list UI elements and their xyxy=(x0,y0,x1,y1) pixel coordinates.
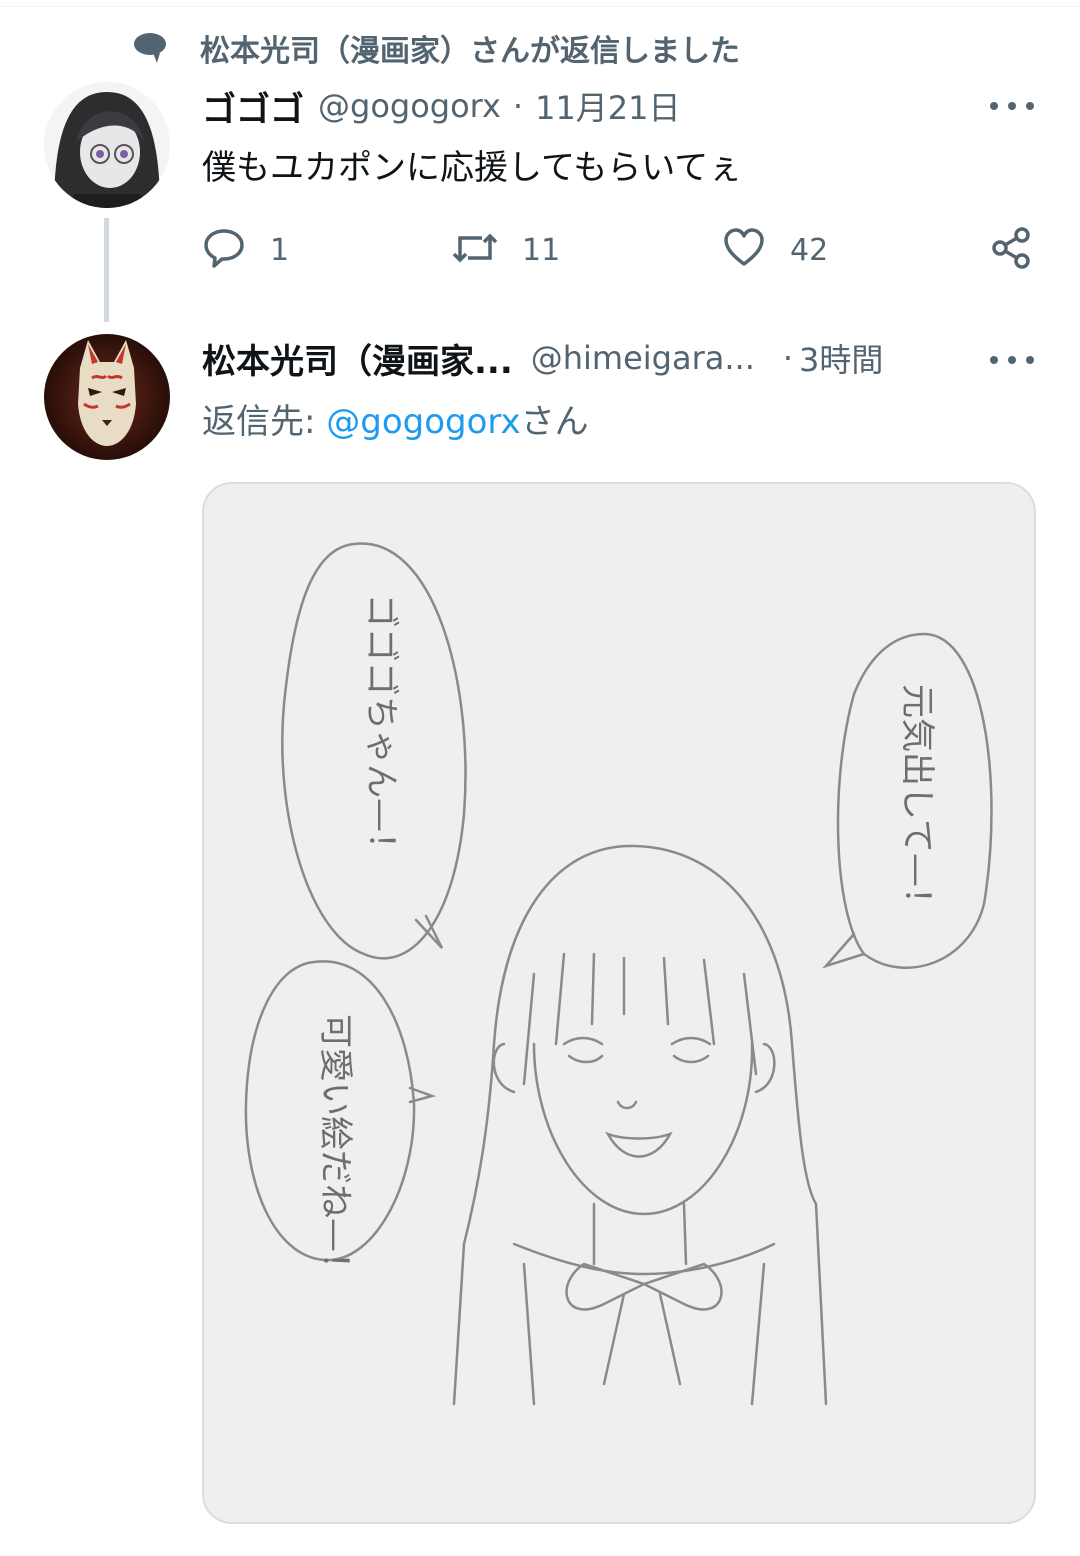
display-name[interactable]: ゴゴゴ xyxy=(202,82,304,131)
display-name[interactable]: 松本光司（漫画家... xyxy=(202,334,513,383)
reply-to: 返信先: @gogogorxさん xyxy=(202,394,589,443)
tweet-header: ゴゴゴ @gogogorx · 11月21日 xyxy=(202,82,681,130)
reply-handle-link[interactable]: @gogogorx xyxy=(326,402,520,442)
retweet-count: 11 xyxy=(522,232,561,268)
tweet-media-image[interactable]: ゴゴゴちゃん—！ 元気出して—！ 可愛い絵だね—！ xyxy=(202,482,1036,1524)
tweet-header: 松本光司（漫画家... @himeigara... · 3時間 xyxy=(202,334,883,382)
like-button[interactable]: 42 xyxy=(722,222,828,278)
social-context: 松本光司（漫画家）さんが返信しました xyxy=(130,28,740,69)
avatar[interactable] xyxy=(44,82,170,208)
separator: · xyxy=(512,87,524,125)
speech-bubble-icon xyxy=(130,28,170,68)
retweet-button[interactable]: 11 xyxy=(452,222,560,278)
pencil-sketch: ゴゴゴちゃん—！ 元気出して—！ 可愛い絵だね—！ xyxy=(204,484,1034,1522)
reply-icon xyxy=(202,226,246,274)
reply-count: 1 xyxy=(270,232,290,268)
avatar[interactable] xyxy=(44,334,170,460)
handle[interactable]: @gogogorx xyxy=(318,87,501,125)
bubble-left-top-text: ゴゴゴちゃん—！ xyxy=(361,594,401,866)
reply-prefix: 返信先: xyxy=(202,402,327,442)
share-icon xyxy=(990,226,1034,274)
tweet-date[interactable]: 11月21日 xyxy=(535,83,680,129)
tweet-actions: 1 11 42 xyxy=(0,222,1080,278)
heart-icon xyxy=(722,226,766,274)
share-button[interactable] xyxy=(990,222,1034,278)
tweet-time[interactable]: 3時間 xyxy=(799,335,883,381)
retweet-icon xyxy=(452,226,498,274)
tweet-text: 僕もユカポンに応援してもらいてぇ xyxy=(202,148,743,188)
reply-button[interactable]: 1 xyxy=(202,222,289,278)
like-count: 42 xyxy=(790,232,829,268)
separator: · xyxy=(782,339,794,377)
more-icon[interactable] xyxy=(990,96,1034,116)
bubble-right-text: 元気出して—！ xyxy=(897,684,937,921)
reply-suffix: さん xyxy=(520,402,589,442)
top-divider xyxy=(0,6,1080,7)
bubble-left-bottom-text: 可愛い絵だね—！ xyxy=(315,1014,355,1286)
handle[interactable]: @himeigara... xyxy=(531,339,755,377)
social-context-text: 松本光司（漫画家）さんが返信しました xyxy=(200,34,740,69)
more-icon[interactable] xyxy=(990,350,1034,370)
